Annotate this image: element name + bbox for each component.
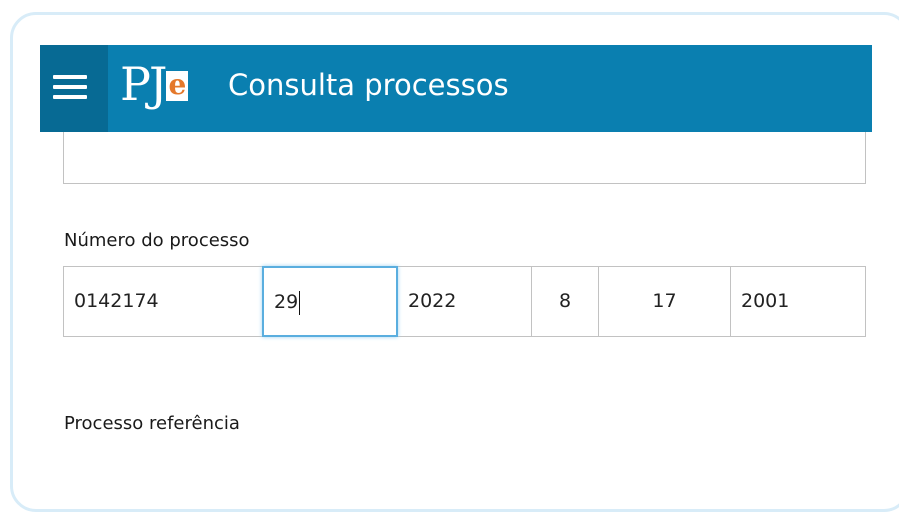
menu-icon-bar xyxy=(53,85,87,89)
segmento-justica-input[interactable]: 8 xyxy=(531,266,599,337)
ano-input[interactable]: 2022 xyxy=(397,266,532,337)
menu-icon xyxy=(53,75,87,79)
pje-logo: PJ e xyxy=(120,51,189,117)
page-title: Consulta processos xyxy=(228,68,509,102)
previous-field-box[interactable] xyxy=(63,132,866,184)
numero-sequencial-value: 0142174 xyxy=(74,290,159,312)
segmento-justica-value: 8 xyxy=(558,290,572,312)
digito-verificador-input[interactable]: 29 xyxy=(262,266,398,337)
digito-verificador-value: 29 xyxy=(274,291,299,313)
menu-icon-bar xyxy=(53,95,87,99)
orgao-origem-input[interactable]: 2001 xyxy=(730,266,866,337)
text-caret xyxy=(299,290,301,315)
processo-referencia-label: Processo referência xyxy=(64,413,240,434)
ano-value: 2022 xyxy=(408,290,457,312)
tribunal-value: 17 xyxy=(652,290,677,312)
hamburger-menu-button[interactable] xyxy=(40,45,108,132)
logo-text: PJ xyxy=(120,57,167,111)
numero-sequencial-input[interactable]: 0142174 xyxy=(63,266,263,337)
logo-e: e xyxy=(166,71,189,101)
numero-processo-label: Número do processo xyxy=(64,230,250,251)
app-header: PJ e Consulta processos xyxy=(40,45,872,132)
tribunal-input[interactable]: 17 xyxy=(598,266,731,337)
orgao-origem-value: 2001 xyxy=(741,290,790,312)
numero-processo-inputs: 0142174 29 2022 8 17 2001 xyxy=(63,266,866,337)
